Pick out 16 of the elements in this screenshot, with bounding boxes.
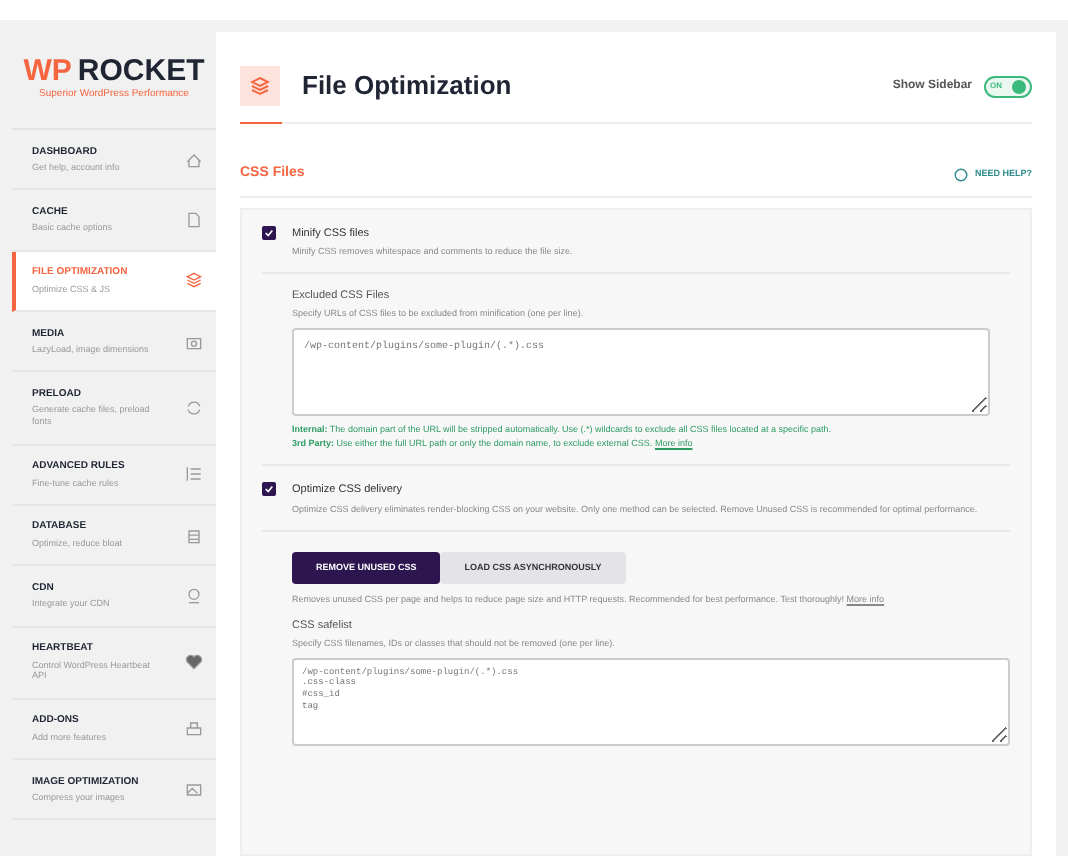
box-icon — [184, 718, 204, 739]
house-icon — [184, 149, 204, 170]
database-icon — [184, 525, 204, 546]
list-icon — [184, 464, 204, 485]
logo-wordmark: ROCKET — [77, 56, 205, 87]
help-icon — [954, 167, 969, 182]
layers-icon — [240, 66, 280, 106]
logo-wordmark: WP — [23, 56, 72, 87]
heart-icon — [184, 652, 204, 673]
refresh-icon — [184, 397, 204, 418]
checkbox[interactable] — [262, 481, 276, 496]
document-icon — [184, 210, 204, 231]
page-title: File Optimization — [302, 68, 512, 105]
layers-icon — [184, 270, 204, 291]
checkbox[interactable] — [262, 225, 276, 239]
image-icon — [184, 779, 204, 800]
